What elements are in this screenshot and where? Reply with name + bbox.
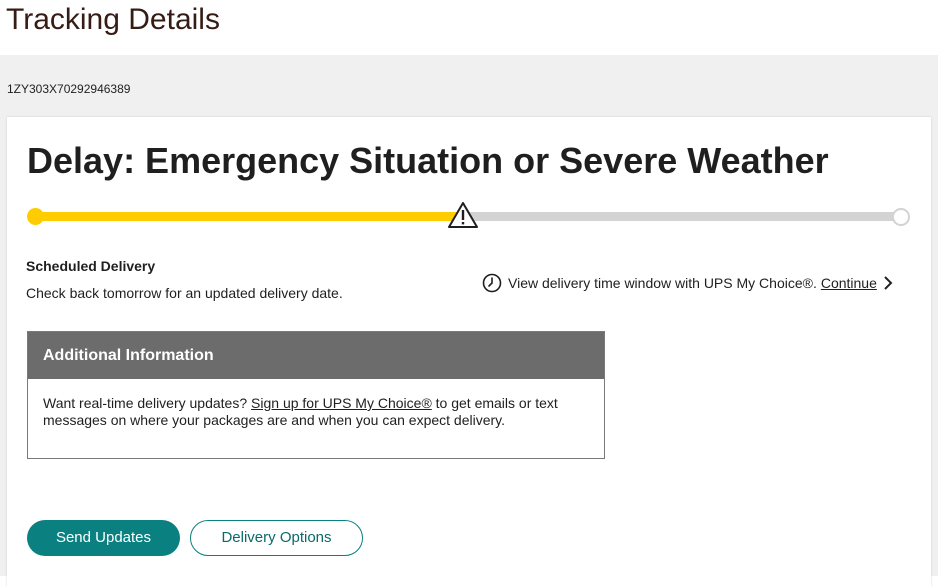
my-choice-text: View delivery time window with UPS My Ch… (508, 275, 817, 291)
my-choice-signup-link[interactable]: Sign up for UPS My Choice® (251, 395, 432, 411)
additional-info-body: Want real-time delivery updates? Sign up… (28, 379, 604, 429)
tracking-card: Delay: Emergency Situation or Severe Wea… (7, 117, 931, 587)
additional-info-title: Additional Information (28, 332, 604, 379)
progress-end-dot (892, 208, 910, 226)
continue-link[interactable]: Continue (821, 275, 877, 291)
tracking-number: 1ZY303X70292946389 (7, 82, 131, 96)
page-title: Tracking Details (6, 3, 220, 36)
page-header: Tracking Details (0, 0, 938, 55)
send-updates-button[interactable]: Send Updates (27, 520, 180, 556)
my-choice-row: View delivery time window with UPS My Ch… (482, 272, 893, 294)
scheduled-delivery-message: Check back tomorrow for an updated deliv… (26, 285, 343, 301)
delivery-options-button[interactable]: Delivery Options (190, 520, 363, 556)
additional-info-panel: Additional Information Want real-time de… (27, 331, 605, 459)
progress-fill (29, 212, 465, 221)
chevron-right-icon[interactable] (883, 276, 893, 290)
warning-icon (448, 202, 478, 228)
additional-info-text-before: Want real-time delivery updates? (43, 395, 248, 411)
progress-start-dot (27, 208, 44, 225)
scheduled-delivery-label: Scheduled Delivery (26, 258, 156, 274)
status-heading: Delay: Emergency Situation or Severe Wea… (27, 140, 829, 181)
clock-icon (482, 273, 502, 293)
